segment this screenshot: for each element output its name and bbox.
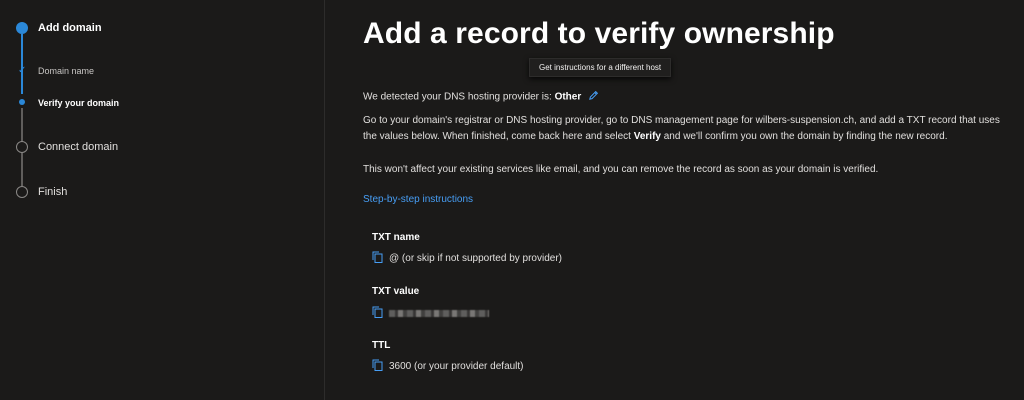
detect-prefix: We detected your DNS hosting provider is… [363,91,555,103]
txt-name-row: @ (or skip if not supported by provider) [372,251,562,266]
page-title: Add a record to verify ownership [363,17,835,50]
provider-detection-text: We detected your DNS hosting provider is… [363,90,599,104]
copy-icon[interactable] [372,251,383,266]
instructions-paragraph: Go to your domain's registrar or DNS hos… [363,113,1003,145]
stepper-progress-line [21,34,23,94]
stepper-line [21,108,23,142]
checkmark-icon: ✓ [18,65,27,76]
redacted-txt-value [389,310,489,317]
step-verify-indicator [19,99,25,105]
txt-name-value: @ (or skip if not supported by provider) [389,253,563,264]
txt-name-label: TXT name [372,232,420,243]
step-connect-indicator [16,141,28,153]
step-by-step-link[interactable]: Step-by-step instructions [363,194,473,205]
copy-icon[interactable] [372,306,383,321]
tooltip: Get instructions for a different host [529,58,672,77]
step-add-domain-label: Add domain [38,22,102,34]
instructions-text-end: and we'll confirm you own the domain by … [660,131,948,142]
pencil-icon[interactable] [588,90,599,104]
stepper-line [21,153,23,186]
step-finish-indicator [16,186,28,198]
provider-name: Other [554,91,582,103]
txt-value-label: TXT value [372,286,420,297]
main-content: Add a record to verify ownership Get ins… [363,0,1024,400]
ttl-row: 3600 (or your provider default) [372,359,524,374]
step-finish-label: Finish [38,186,68,198]
info-paragraph: This won't affect your existing services… [363,164,879,175]
ttl-label: TTL [372,340,391,351]
step-add-domain-indicator [16,22,28,34]
step-connect-domain-label: Connect domain [38,141,119,153]
setup-stepper: Add domain ✓ Domain name Verify your dom… [0,0,325,400]
txt-value-row [372,306,489,321]
step-domain-name-label: Domain name [38,66,95,76]
verify-emphasis: Verify [633,131,661,142]
step-verify-domain-label: Verify your domain [38,98,120,108]
copy-icon[interactable] [372,359,383,374]
ttl-value: 3600 (or your provider default) [389,361,524,372]
